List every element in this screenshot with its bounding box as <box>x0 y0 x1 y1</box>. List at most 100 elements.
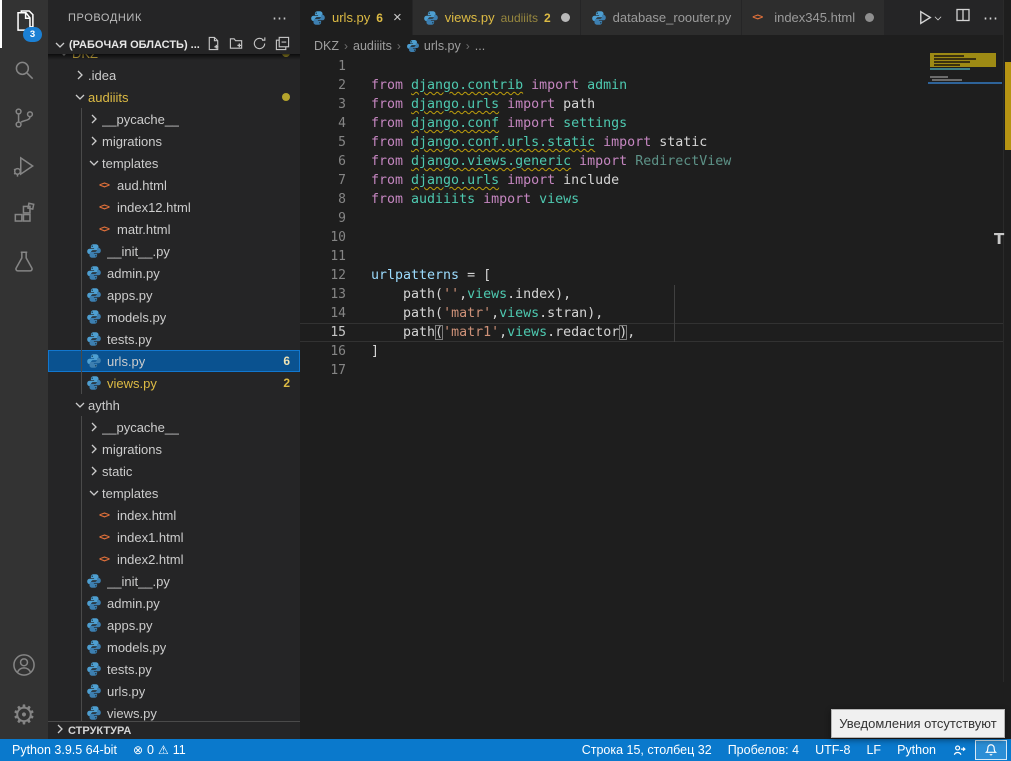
status-bar: Python 3.9.5 64-bit⊗0⚠11 Строка 15, стол… <box>0 739 1011 761</box>
tab-database-roouter-py[interactable]: database_roouter.py <box>581 0 743 35</box>
dirty-dot-icon[interactable] <box>561 13 570 22</box>
activity-item-settings[interactable]: ⚙ <box>0 691 48 739</box>
collapse-all-icon[interactable] <box>275 36 290 54</box>
refresh-icon[interactable] <box>252 36 267 54</box>
activity-item-extensions[interactable] <box>0 192 48 240</box>
feedback-icon <box>952 743 967 758</box>
tree-file-models-py[interactable]: models.py <box>48 306 300 328</box>
tree-file-index12-html[interactable]: <>index12.html <box>48 196 300 218</box>
tree-item-label: __init__.py <box>107 574 170 589</box>
tree-folder-templates[interactable]: templates <box>48 152 300 174</box>
tree-file-apps-py[interactable]: apps.py <box>48 614 300 636</box>
tree-item-label: urls.py <box>107 354 145 369</box>
chevron-right-icon <box>52 721 68 740</box>
python-file-icon <box>310 10 326 26</box>
tree-folder--pycache-[interactable]: __pycache__ <box>48 108 300 130</box>
tree-file-tests-py[interactable]: tests.py <box>48 658 300 680</box>
tree-folder-dkz[interactable]: DKZ <box>48 54 300 64</box>
line-number: 17 <box>300 361 346 380</box>
tree-item-label: index1.html <box>117 530 183 545</box>
status-interpreter[interactable]: Python 3.9.5 64-bit <box>4 739 125 761</box>
problems-badge: 6 <box>283 354 290 368</box>
tree-item-label: index2.html <box>117 552 183 567</box>
close-icon[interactable]: × <box>393 9 402 26</box>
tree-file-index-html[interactable]: <>index.html <box>48 504 300 526</box>
tree-file-index2-html[interactable]: <>index2.html <box>48 548 300 570</box>
tree-file-admin-py[interactable]: admin.py <box>48 262 300 284</box>
minimap[interactable] <box>928 0 1003 682</box>
tree-folder-migrations[interactable]: migrations <box>48 438 300 460</box>
tree-folder-migrations[interactable]: migrations <box>48 130 300 152</box>
activity-item-account[interactable] <box>0 643 48 691</box>
status-encoding[interactable]: UTF-8 <box>807 739 858 761</box>
python-file-icon <box>86 243 102 259</box>
tree-file-apps-py[interactable]: apps.py <box>48 284 300 306</box>
activity-item-source-control[interactable] <box>0 96 48 144</box>
tree-file-views-py[interactable]: views.py2 <box>48 372 300 394</box>
tab-urls-py[interactable]: urls.py6× <box>300 0 413 35</box>
breadcrumb-item[interactable]: ... <box>475 39 485 53</box>
status-cursor-position[interactable]: Строка 15, столбец 32 <box>574 739 720 761</box>
line-number: 4 <box>300 114 346 133</box>
python-file-icon <box>591 10 607 26</box>
activity-item-testing[interactable] <box>0 240 48 288</box>
dirty-dot-icon[interactable] <box>865 13 874 22</box>
new-folder-icon[interactable] <box>229 36 244 54</box>
code-line-10: 10 <box>300 228 1011 247</box>
overview-ruler[interactable] <box>1003 0 1011 682</box>
activity-item-explorer[interactable]: 3 <box>0 0 48 48</box>
chevron-right-icon <box>86 463 102 479</box>
tree-file--init-py[interactable]: __init__.py <box>48 240 300 262</box>
tree-folder--pycache-[interactable]: __pycache__ <box>48 416 300 438</box>
line-number: 3 <box>300 95 346 114</box>
tree-file-admin-py[interactable]: admin.py <box>48 592 300 614</box>
breadcrumb-item[interactable]: audiiits <box>353 39 392 53</box>
workspace-section-header[interactable]: (РАБОЧАЯ ОБЛАСТЬ) ... <box>48 35 300 54</box>
activity-item-run-debug[interactable] <box>0 144 48 192</box>
tree-folder-templates[interactable]: templates <box>48 482 300 504</box>
tab-index345-html[interactable]: <>index345.html <box>742 0 885 35</box>
code-editor[interactable]: 12from django.contrib import admin3from … <box>300 57 1011 739</box>
status-notifications[interactable] <box>975 740 1007 760</box>
tree-file-models-py[interactable]: models.py <box>48 636 300 658</box>
tree-item-label: index12.html <box>117 200 191 215</box>
tree-file-tests-py[interactable]: tests.py <box>48 328 300 350</box>
tree-folder-aythh[interactable]: aythh <box>48 394 300 416</box>
code-line-9: 9 <box>300 209 1011 228</box>
chevron-right-icon <box>72 67 88 83</box>
tree-item-label: apps.py <box>107 288 153 303</box>
tree-file-views-py[interactable]: views.py <box>48 702 300 722</box>
tree-file-urls-py[interactable]: urls.py 6 <box>48 350 300 372</box>
python-file-icon <box>86 331 102 347</box>
code-line-2: 2from django.contrib import admin <box>300 76 1011 95</box>
tab-views-py[interactable]: views.pyaudiiits2 <box>413 0 581 35</box>
editor-group: urls.py6×views.pyaudiiits2database_roout… <box>300 0 1011 739</box>
tree-file-urls-py[interactable]: urls.py <box>48 680 300 702</box>
breadcrumb-item[interactable]: urls.py <box>406 39 461 53</box>
tree-folder--idea[interactable]: .idea <box>48 64 300 86</box>
breadcrumb-item[interactable]: DKZ <box>314 39 339 53</box>
tree-folder-static[interactable]: static <box>48 460 300 482</box>
breadcrumb-separator: › <box>344 39 348 53</box>
explorer-more-actions-icon[interactable]: ⋯ <box>272 9 288 27</box>
tree-folder-audiiits[interactable]: audiiits <box>48 86 300 108</box>
python-file-icon <box>86 573 102 589</box>
new-file-icon[interactable] <box>206 36 221 54</box>
tree-item-label: audiiits <box>88 90 128 105</box>
status-indentation[interactable]: Пробелов: 4 <box>720 739 807 761</box>
activity-badge: 3 <box>23 27 42 42</box>
source-control-icon <box>11 105 37 136</box>
tree-file--init-py[interactable]: __init__.py <box>48 570 300 592</box>
tree-item-label: tests.py <box>107 662 152 677</box>
status-problems[interactable]: ⊗0⚠11 <box>125 739 194 761</box>
activity-item-search[interactable] <box>0 48 48 96</box>
tree-file-aud-html[interactable]: <>aud.html <box>48 174 300 196</box>
status-eol[interactable]: LF <box>858 739 889 761</box>
tree-file-index1-html[interactable]: <>index1.html <box>48 526 300 548</box>
outline-section-header[interactable]: СТРУКТУРА <box>48 721 304 739</box>
code-line-16: 16] <box>300 342 1011 361</box>
line-number: 6 <box>300 152 346 171</box>
tree-file-matr-html[interactable]: <>matr.html <box>48 218 300 240</box>
status-language-mode[interactable]: Python <box>889 739 944 761</box>
status-feedback[interactable] <box>944 739 975 761</box>
